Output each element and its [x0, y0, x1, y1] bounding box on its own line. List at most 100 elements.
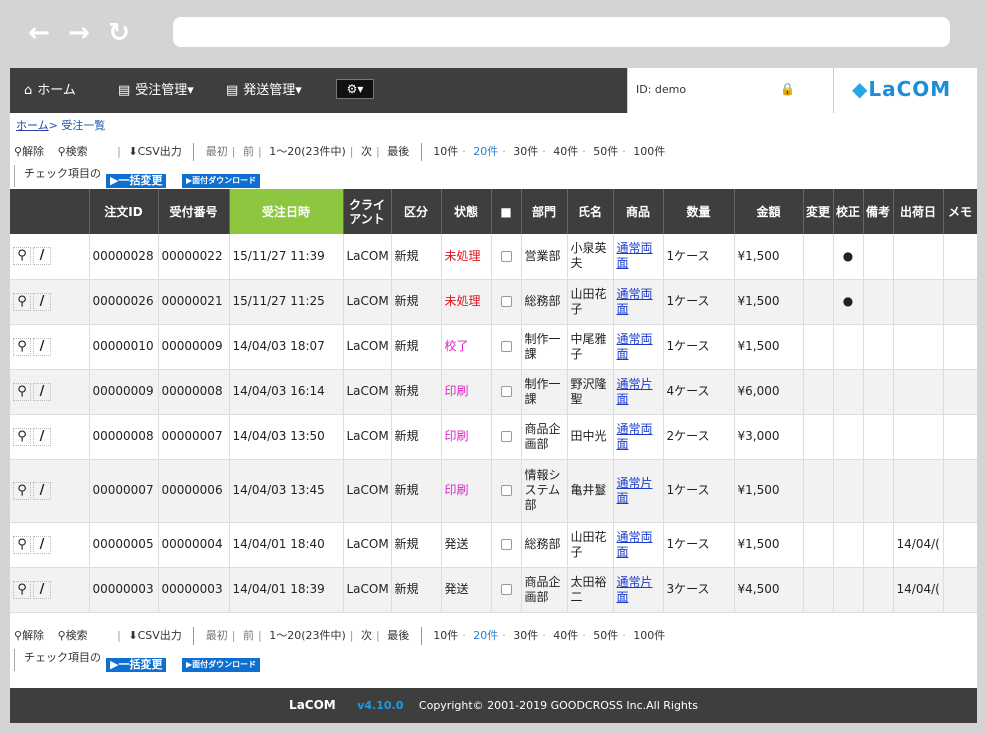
- row-checkbox[interactable]: [500, 250, 512, 262]
- product-link[interactable]: 通常両面: [617, 332, 653, 361]
- per-page-20[interactable]: 20件: [473, 145, 498, 158]
- forward-arrow-icon[interactable]: →: [64, 18, 94, 48]
- view-icon[interactable]: ⚲: [13, 292, 31, 311]
- lock-icon[interactable]: 🔒: [780, 68, 795, 111]
- page-next-bottom[interactable]: 次: [361, 629, 372, 642]
- cell-proof: [833, 324, 864, 370]
- cell-date: 14/04/01 18:39: [229, 567, 344, 613]
- column-header-12[interactable]: 金額: [734, 189, 804, 234]
- per-page-40-bottom[interactable]: 40件: [553, 629, 578, 642]
- edit-icon[interactable]: /: [33, 337, 51, 356]
- table-row: ⚲/00000028 00000022 15/11/27 11:39 LaCOM 新規未…: [10, 234, 977, 280]
- per-page-30[interactable]: 30件: [513, 145, 538, 158]
- edit-icon[interactable]: /: [33, 481, 51, 500]
- column-header-15[interactable]: 備考: [863, 189, 894, 234]
- cell-type: 新規: [391, 324, 442, 370]
- bulk-change-button[interactable]: ▶一括変更: [106, 174, 167, 188]
- page-first-bottom[interactable]: 最初: [206, 629, 228, 642]
- column-header-6[interactable]: 状態: [441, 189, 492, 234]
- edit-icon[interactable]: /: [33, 292, 51, 311]
- view-icon[interactable]: ⚲: [13, 382, 31, 401]
- per-page-50[interactable]: 50件: [593, 145, 618, 158]
- product-link[interactable]: 通常片面: [617, 575, 653, 604]
- column-header-16[interactable]: 出荷日: [893, 189, 944, 234]
- reload-icon[interactable]: ↻: [104, 18, 134, 48]
- edit-icon[interactable]: /: [33, 382, 51, 401]
- row-checkbox[interactable]: [500, 386, 512, 397]
- product-link[interactable]: 通常両面: [617, 422, 653, 451]
- per-page-10[interactable]: 10件: [433, 145, 458, 158]
- nav-home[interactable]: ⌂ ホーム: [24, 68, 76, 113]
- column-header-17[interactable]: メモ: [943, 189, 977, 234]
- column-header-2[interactable]: 受付番号: [158, 189, 230, 234]
- breadcrumb-home[interactable]: ホーム: [16, 119, 49, 132]
- column-header-9[interactable]: 氏名: [567, 189, 614, 234]
- page-prev-bottom[interactable]: 前: [243, 629, 254, 642]
- product-link[interactable]: 通常両面: [617, 287, 653, 316]
- per-page-30-bottom[interactable]: 30件: [513, 629, 538, 642]
- product-link[interactable]: 通常片面: [617, 377, 653, 406]
- view-icon[interactable]: ⚲: [13, 481, 31, 500]
- column-header-5[interactable]: 区分: [391, 189, 442, 234]
- view-icon[interactable]: ⚲: [13, 580, 31, 599]
- view-icon[interactable]: ⚲: [13, 535, 31, 554]
- per-page-40[interactable]: 40件: [553, 145, 578, 158]
- clear-button-bottom[interactable]: ⚲解除: [14, 629, 44, 642]
- edit-icon[interactable]: /: [33, 535, 51, 554]
- select-all-checkbox[interactable]: ■: [491, 189, 522, 234]
- per-page-10-bottom[interactable]: 10件: [433, 629, 458, 642]
- column-header-11[interactable]: 数量: [663, 189, 735, 234]
- clear-button[interactable]: ⚲解除: [14, 145, 44, 158]
- per-page-100[interactable]: 100件: [633, 145, 665, 158]
- column-header-4[interactable]: クライアント: [343, 189, 392, 234]
- view-icon[interactable]: ⚲: [13, 247, 31, 266]
- view-icon[interactable]: ⚲: [13, 427, 31, 446]
- edit-icon[interactable]: /: [33, 427, 51, 446]
- page-last[interactable]: 最後: [387, 145, 409, 158]
- edit-icon[interactable]: /: [33, 580, 51, 599]
- label-download-button[interactable]: ▶面付ダウンロード: [182, 174, 261, 188]
- edit-icon[interactable]: /: [33, 247, 51, 266]
- csv-export-button[interactable]: ⬇CSV出力: [128, 145, 181, 158]
- column-header-10[interactable]: 商品: [613, 189, 664, 234]
- column-header-13[interactable]: 変更: [803, 189, 834, 234]
- cell-product: 通常両面: [613, 522, 664, 568]
- page-last-bottom[interactable]: 最後: [387, 629, 409, 642]
- row-checkbox[interactable]: [500, 485, 512, 496]
- column-header-1[interactable]: 注文ID: [89, 189, 159, 234]
- settings-gear-button[interactable]: ⚙▾: [336, 79, 374, 99]
- cell-status: 未処理: [441, 234, 492, 280]
- nav-orders[interactable]: ▤ 受注管理▾: [118, 68, 194, 113]
- search-button-bottom[interactable]: ⚲検索: [58, 629, 88, 642]
- nav-shipping[interactable]: ▤ 発送管理▾: [226, 68, 302, 113]
- cell-amount: ¥4,500: [734, 567, 804, 613]
- column-header-14[interactable]: 校正: [833, 189, 864, 234]
- cell-dept: 商品企画部: [521, 414, 568, 460]
- view-icon[interactable]: ⚲: [13, 337, 31, 356]
- row-checkbox[interactable]: [500, 431, 512, 442]
- row-checkbox[interactable]: [500, 584, 512, 595]
- csv-export-button-bottom[interactable]: ⬇CSV出力: [128, 629, 181, 642]
- product-link[interactable]: 通常両面: [617, 241, 653, 270]
- per-page-100-bottom[interactable]: 100件: [633, 629, 665, 642]
- product-link[interactable]: 通常両面: [617, 530, 653, 559]
- product-link[interactable]: 通常片面: [617, 476, 653, 505]
- row-checkbox[interactable]: [500, 539, 512, 550]
- page-next[interactable]: 次: [361, 145, 372, 158]
- row-checkbox[interactable]: [500, 341, 512, 352]
- per-page-20-bottom[interactable]: 20件: [473, 629, 498, 642]
- breadcrumb: ホーム> 受注一覧: [16, 117, 105, 133]
- label-download-button-bottom[interactable]: ▶面付ダウンロード: [182, 658, 261, 672]
- bulk-change-button-bottom[interactable]: ▶一括変更: [106, 658, 167, 672]
- column-header-3[interactable]: 受注日時: [229, 189, 344, 234]
- search-button[interactable]: ⚲検索: [58, 145, 88, 158]
- address-bar[interactable]: [173, 17, 950, 47]
- back-arrow-icon[interactable]: ←: [24, 18, 54, 48]
- cell-qty: 3ケース: [663, 567, 735, 613]
- per-page-50-bottom[interactable]: 50件: [593, 629, 618, 642]
- page-prev[interactable]: 前: [243, 145, 254, 158]
- page-first[interactable]: 最初: [206, 145, 228, 158]
- column-header-8[interactable]: 部門: [521, 189, 568, 234]
- cell-amount: ¥1,500: [734, 522, 804, 568]
- row-checkbox[interactable]: [500, 296, 512, 307]
